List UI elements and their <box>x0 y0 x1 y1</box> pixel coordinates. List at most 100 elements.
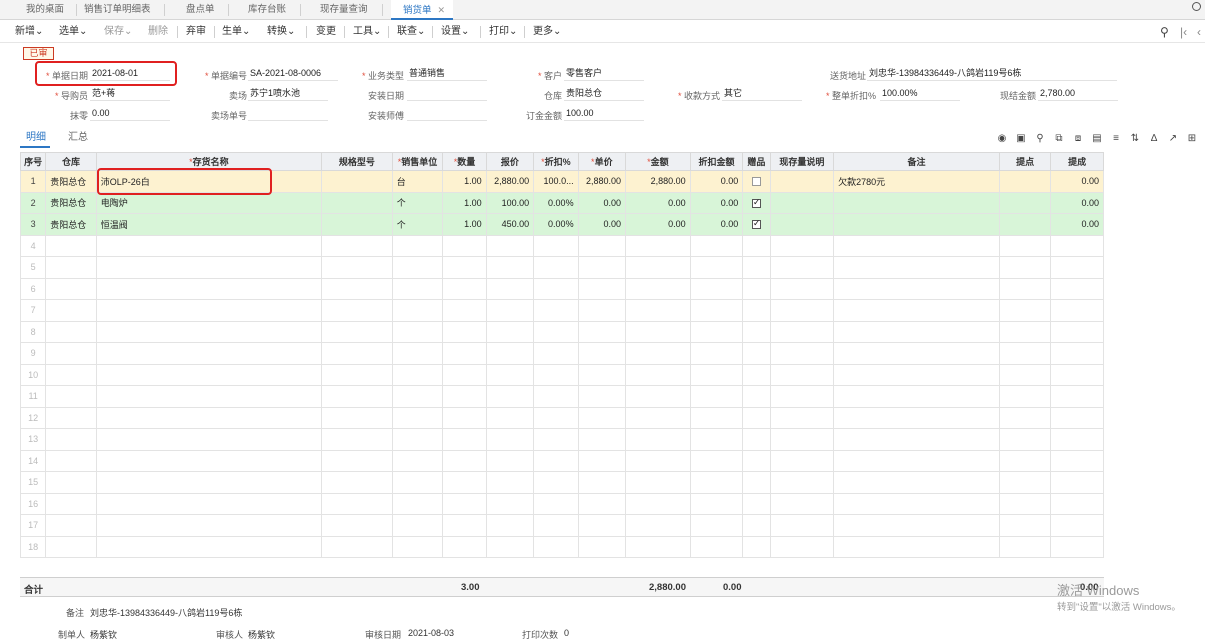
empty-cell[interactable] <box>321 363 393 386</box>
empty-cell[interactable] <box>833 471 1000 494</box>
empty-cell[interactable] <box>442 256 487 279</box>
empty-cell[interactable] <box>45 535 97 558</box>
change-button[interactable]: 变更 <box>316 25 336 39</box>
empty-cell[interactable] <box>321 256 393 279</box>
col-unit-header[interactable]: *销售单位 <box>391 152 444 171</box>
empty-cell[interactable] <box>625 428 691 451</box>
empty-cell[interactable] <box>833 342 1000 365</box>
empty-cell[interactable] <box>45 320 97 343</box>
col-quote-header[interactable]: 报价 <box>485 152 535 171</box>
col-commission-cell[interactable]: 0.00 <box>1050 191 1104 214</box>
empty-row[interactable]: 8 <box>19 320 1104 343</box>
tab-summary[interactable]: 汇总 <box>68 128 88 143</box>
unaudit-button[interactable]: 弃审 <box>186 25 206 39</box>
empty-cell[interactable] <box>485 256 535 279</box>
empty-cell[interactable] <box>742 406 771 429</box>
empty-cell[interactable] <box>485 492 535 515</box>
col-discount-rate-cell[interactable]: 0.00% <box>533 191 579 214</box>
empty-cell[interactable] <box>45 471 97 494</box>
empty-cell[interactable] <box>1050 406 1104 429</box>
warehouse-field[interactable]: 贵阳总仓 <box>564 87 644 101</box>
col-unit-price-header[interactable]: *单价 <box>577 152 627 171</box>
col-item-name-header[interactable]: *存货名称 <box>95 152 323 171</box>
doc-date-field[interactable]: 2021-08-01 <box>90 67 170 81</box>
empty-cell[interactable] <box>625 492 691 515</box>
empty-row[interactable]: 15 <box>19 471 1104 494</box>
copy-icon[interactable]: ⧉ <box>1054 134 1064 144</box>
col-stock-note-cell[interactable] <box>769 170 835 193</box>
empty-cell[interactable] <box>998 234 1052 257</box>
settings-button[interactable]: 设置⌄ <box>441 25 469 39</box>
empty-cell[interactable] <box>95 428 323 451</box>
empty-cell[interactable] <box>45 514 97 537</box>
empty-cell[interactable] <box>769 256 835 279</box>
empty-cell[interactable] <box>769 428 835 451</box>
col-unit-cell[interactable]: 台 <box>391 170 444 193</box>
empty-cell[interactable] <box>485 428 535 451</box>
col-qty-cell[interactable]: 1.00 <box>442 213 487 236</box>
empty-cell[interactable] <box>625 514 691 537</box>
empty-cell[interactable] <box>625 299 691 322</box>
col-gift-cell[interactable] <box>742 191 771 214</box>
empty-cell[interactable] <box>742 385 771 408</box>
convert-button[interactable]: 转换⌄ <box>267 25 295 39</box>
empty-cell[interactable] <box>625 363 691 386</box>
empty-cell[interactable] <box>742 342 771 365</box>
empty-row[interactable]: 18 <box>19 535 1104 558</box>
col-point-cell[interactable] <box>998 191 1052 214</box>
empty-cell[interactable] <box>833 385 1000 408</box>
col-amount-cell[interactable]: 0.00 <box>625 191 691 214</box>
empty-cell[interactable] <box>485 277 535 300</box>
print-button[interactable]: 打印⌄ <box>489 25 517 39</box>
tab-sales-order-detail[interactable]: 销售订单明细表 <box>84 0 151 20</box>
empty-cell[interactable] <box>485 449 535 472</box>
col-warehouse-cell[interactable]: 贵阳总仓 <box>45 213 97 236</box>
search-icon[interactable] <box>1192 2 1201 11</box>
empty-cell[interactable] <box>689 492 744 515</box>
empty-cell[interactable] <box>485 406 535 429</box>
empty-cell[interactable] <box>833 256 1000 279</box>
empty-cell[interactable] <box>689 514 744 537</box>
empty-cell[interactable] <box>442 471 487 494</box>
empty-cell[interactable] <box>769 277 835 300</box>
empty-cell[interactable] <box>45 277 97 300</box>
empty-cell[interactable] <box>95 406 323 429</box>
empty-cell[interactable] <box>95 256 323 279</box>
tab-detail[interactable]: 明细 <box>26 128 46 143</box>
empty-row[interactable]: 6 <box>19 277 1104 300</box>
empty-cell[interactable] <box>442 299 487 322</box>
col-commission-header[interactable]: 提成 <box>1050 152 1104 171</box>
empty-cell[interactable] <box>321 535 393 558</box>
empty-cell[interactable] <box>1050 299 1104 322</box>
grid-settings-icon[interactable]: ⊞ <box>1187 134 1197 144</box>
empty-cell[interactable] <box>998 492 1052 515</box>
col-index-cell[interactable]: 3 <box>19 213 47 236</box>
empty-cell[interactable] <box>689 299 744 322</box>
empty-cell[interactable] <box>833 363 1000 386</box>
empty-cell[interactable] <box>833 234 1000 257</box>
customer-field[interactable]: 零售客户 <box>564 67 644 81</box>
col-item-name-cell[interactable]: 恒温阀 <box>95 213 323 236</box>
tab-stock-query[interactable]: 现存量查询 <box>320 0 368 20</box>
empty-cell[interactable] <box>533 492 579 515</box>
gift-checkbox[interactable] <box>751 218 761 230</box>
empty-cell[interactable] <box>625 406 691 429</box>
col-stock-note-header[interactable]: 现存量说明 <box>769 152 835 171</box>
empty-cell[interactable] <box>442 277 487 300</box>
empty-cell[interactable] <box>1050 535 1104 558</box>
empty-cell[interactable] <box>391 320 444 343</box>
empty-cell[interactable] <box>625 256 691 279</box>
col-unit-price-cell[interactable]: 0.00 <box>577 191 627 214</box>
empty-cell[interactable] <box>625 277 691 300</box>
empty-cell[interactable] <box>577 406 627 429</box>
col-discount-rate-cell[interactable]: 100.0... <box>533 170 579 193</box>
empty-cell[interactable] <box>391 363 444 386</box>
location-icon[interactable]: ◉ <box>997 134 1007 144</box>
empty-cell[interactable] <box>321 492 393 515</box>
document-icon[interactable]: ▤ <box>1092 134 1102 144</box>
link-query-button[interactable]: 联查⌄ <box>397 25 425 39</box>
empty-cell[interactable] <box>625 320 691 343</box>
empty-cell[interactable] <box>769 492 835 515</box>
empty-cell[interactable] <box>577 471 627 494</box>
empty-cell[interactable] <box>45 449 97 472</box>
